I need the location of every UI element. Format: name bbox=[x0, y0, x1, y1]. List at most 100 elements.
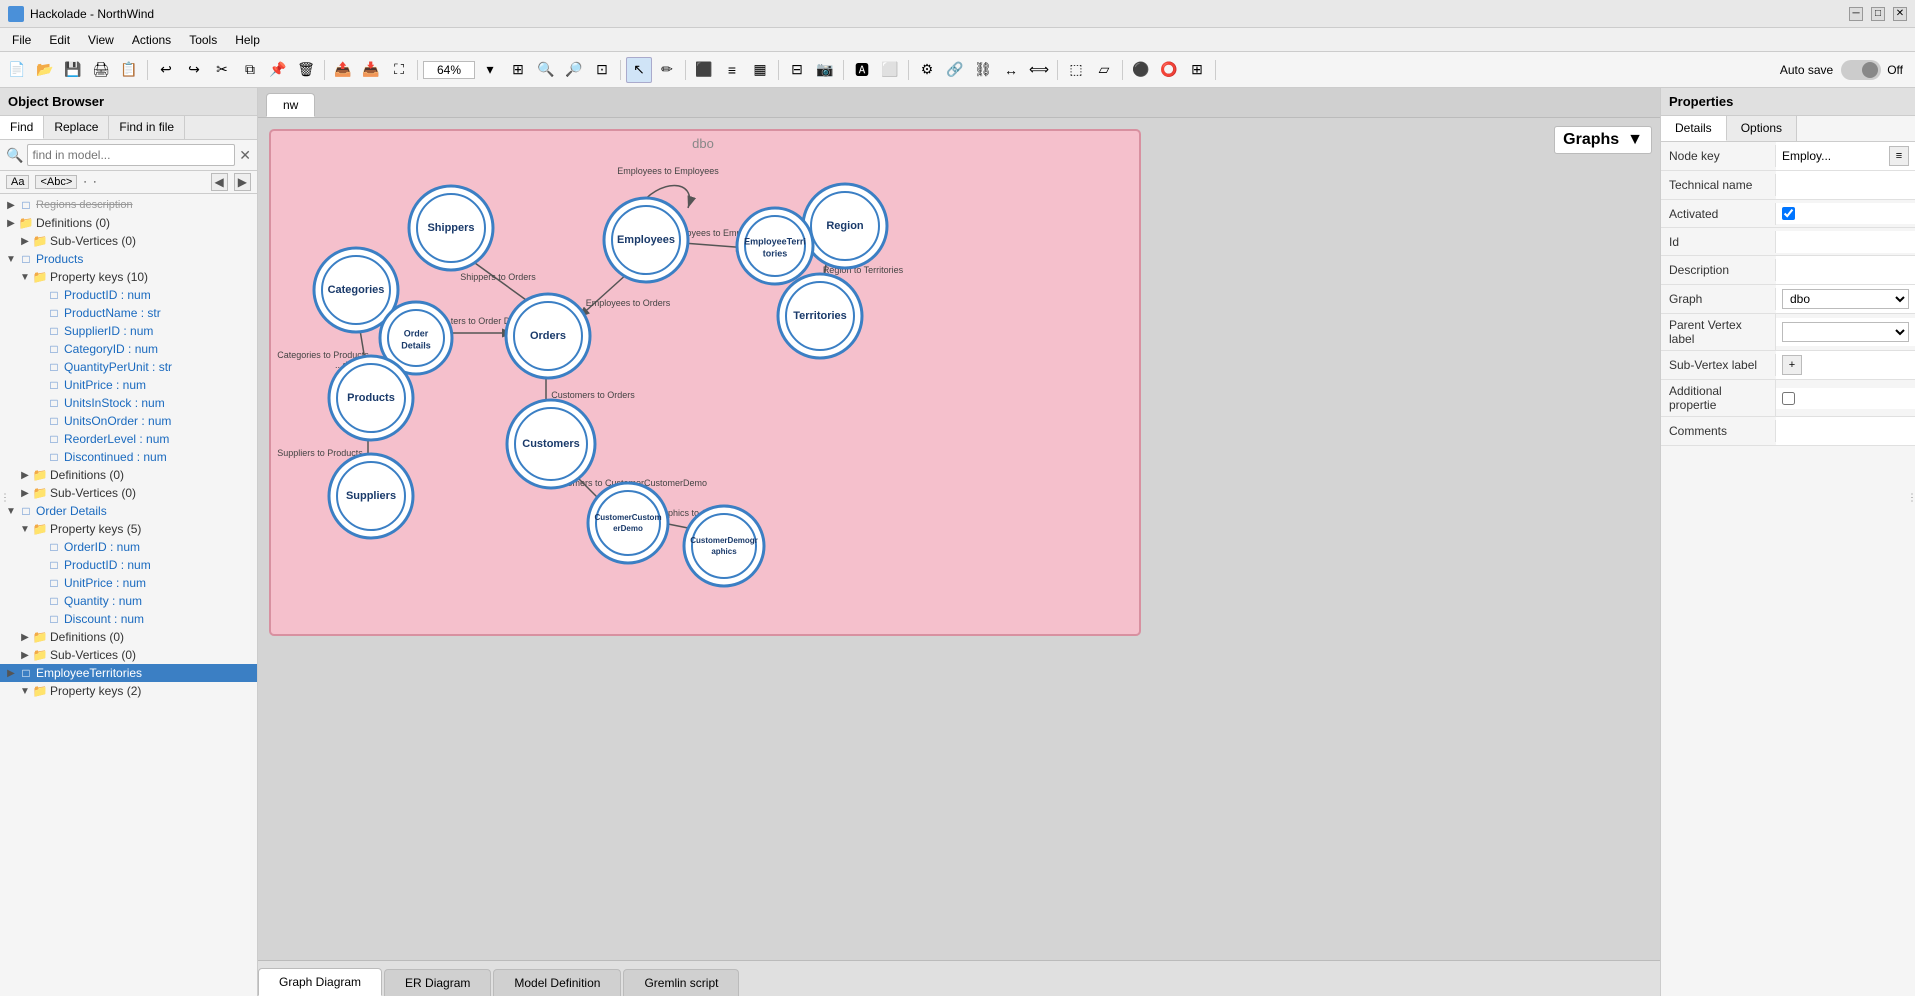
redo-button[interactable]: ↪ bbox=[181, 57, 207, 83]
tab-er-diagram[interactable]: ER Diagram bbox=[384, 969, 491, 996]
search-type-option[interactable]: <Abc> bbox=[35, 175, 77, 189]
exp-sv-od[interactable]: ▶ bbox=[18, 650, 32, 661]
delete-button[interactable]: 🗑 bbox=[293, 57, 319, 83]
tab-model-definition[interactable]: Model Definition bbox=[493, 969, 621, 996]
grid-btn[interactable]: ⊞ bbox=[1184, 57, 1210, 83]
tab-graph-diagram[interactable]: Graph Diagram bbox=[258, 968, 382, 996]
exp-orderdetails[interactable]: ▼ bbox=[4, 506, 18, 517]
close-button[interactable]: ✕ bbox=[1893, 7, 1907, 21]
graph-diagram[interactable]: dbo Employees to Employees Shippers to O… bbox=[268, 128, 1640, 920]
next-result-button[interactable]: ▶ bbox=[234, 173, 251, 191]
tree-row-categoryid[interactable]: □ CategoryID : num bbox=[0, 340, 257, 358]
tree-item-sv-od[interactable]: ▶ 📁 Sub-Vertices (0) bbox=[0, 646, 257, 664]
tree-row-reorderlevel[interactable]: □ ReorderLevel : num bbox=[0, 430, 257, 448]
tree-item-def-products[interactable]: ▶ 📁 Definitions (0) bbox=[0, 466, 257, 484]
expander-regions[interactable]: ▶ bbox=[4, 200, 18, 211]
tab-gremlin-script[interactable]: Gremlin script bbox=[623, 969, 739, 996]
subvertex-add-button[interactable]: + bbox=[1782, 355, 1802, 375]
menu-edit[interactable]: Edit bbox=[41, 31, 78, 49]
graph-dropdown[interactable]: dbo bbox=[1782, 289, 1909, 309]
chain-btn[interactable]: ↔ bbox=[998, 57, 1024, 83]
tree-item-subvertices1[interactable]: ▶ 📁 Sub-Vertices (0) bbox=[0, 232, 257, 250]
window-btn[interactable]: ⬚ bbox=[1063, 57, 1089, 83]
pen-tool[interactable]: ✏ bbox=[654, 57, 680, 83]
tree-row-orderid[interactable]: □ OrderID : num bbox=[0, 538, 257, 556]
tree-row-quantity[interactable]: □ Quantity : num bbox=[0, 592, 257, 610]
tree-item-pk-et[interactable]: ▼ 📁 Property keys (2) bbox=[0, 682, 257, 700]
right-panel-resize-handle[interactable]: ⋮ bbox=[0, 493, 6, 504]
chain2-btn[interactable]: ⟺ bbox=[1026, 57, 1052, 83]
node-ccd[interactable] bbox=[588, 483, 668, 563]
format-btn[interactable]: 🅰 bbox=[849, 57, 875, 83]
exp-def-od[interactable]: ▶ bbox=[18, 632, 32, 643]
exp-pk-et[interactable]: ▼ bbox=[18, 686, 32, 697]
exp-pk-od[interactable]: ▼ bbox=[18, 524, 32, 535]
search-clear-button[interactable]: ✕ bbox=[239, 147, 251, 164]
tree-row-unitsinstock[interactable]: □ UnitsInStock : num bbox=[0, 394, 257, 412]
tree-row-productid[interactable]: □ ProductID : num bbox=[0, 286, 257, 304]
activated-checkbox[interactable] bbox=[1782, 207, 1795, 220]
canvas-area[interactable]: Graphs ▼ dbo Employ bbox=[258, 118, 1660, 960]
save-button[interactable]: 💾 bbox=[60, 57, 86, 83]
tree-item-orderdetails[interactable]: ▼ □ Order Details bbox=[0, 502, 257, 520]
menu-tools[interactable]: Tools bbox=[181, 31, 225, 49]
editor-tab-nw[interactable]: nw bbox=[266, 93, 315, 117]
description-input[interactable] bbox=[1782, 263, 1915, 277]
search-input[interactable] bbox=[27, 144, 235, 166]
zoom-dropdown-button[interactable]: ▾ bbox=[477, 57, 503, 83]
additional-checkbox[interactable] bbox=[1782, 392, 1795, 405]
expander-def1[interactable]: ▶ bbox=[4, 218, 18, 229]
id-input[interactable] bbox=[1782, 235, 1915, 249]
tree-item-pk-od[interactable]: ▼ 📁 Property keys (5) bbox=[0, 520, 257, 538]
export-button[interactable]: 📤 bbox=[330, 57, 356, 83]
menu-file[interactable]: File bbox=[4, 31, 39, 49]
replace-tab[interactable]: Replace bbox=[44, 116, 109, 139]
tree-item-employeeterritories[interactable]: ▶ □ EmployeeTerritories bbox=[0, 664, 257, 682]
new-button[interactable]: 📄 bbox=[4, 57, 30, 83]
zoom-display[interactable]: 64% bbox=[423, 61, 475, 79]
align-center[interactable]: ≡ bbox=[719, 57, 745, 83]
find-tab[interactable]: Find bbox=[0, 116, 44, 139]
import-button[interactable]: 📥 bbox=[358, 57, 384, 83]
autosave-toggle[interactable] bbox=[1841, 60, 1881, 80]
zoom-in-button[interactable]: 🔍 bbox=[533, 57, 559, 83]
menu-view[interactable]: View bbox=[80, 31, 122, 49]
tree-row-unitsonorder[interactable]: □ UnitsOnOrder : num bbox=[0, 412, 257, 430]
align-left[interactable]: ⬛ bbox=[691, 57, 717, 83]
tree-item-definitions1[interactable]: ▶ 📁 Definitions (0) bbox=[0, 214, 257, 232]
props-tab-options[interactable]: Options bbox=[1727, 116, 1797, 141]
menu-actions[interactable]: Actions bbox=[124, 31, 179, 49]
parentvertex-dropdown[interactable] bbox=[1782, 322, 1909, 342]
comments-input[interactable] bbox=[1782, 424, 1915, 438]
fullscreen-button[interactable]: ⛶ bbox=[386, 57, 412, 83]
tree-row-supplierid[interactable]: □ SupplierID : num bbox=[0, 322, 257, 340]
graphs-dropdown[interactable]: Graphs ▼ bbox=[1554, 126, 1652, 154]
exp-def-products[interactable]: ▶ bbox=[18, 470, 32, 481]
tree-item-sv-products[interactable]: ▶ 📁 Sub-Vertices (0) bbox=[0, 484, 257, 502]
exp-et[interactable]: ▶ bbox=[4, 668, 18, 679]
maximize-button[interactable]: □ bbox=[1871, 7, 1885, 21]
print-button[interactable]: 🖨 bbox=[88, 57, 114, 83]
find-in-file-tab[interactable]: Find in file bbox=[109, 116, 185, 139]
techname-input[interactable] bbox=[1782, 178, 1915, 192]
layout-btn[interactable]: ⊟ bbox=[784, 57, 810, 83]
unlink-btn[interactable]: ⛓ bbox=[970, 57, 996, 83]
exp-sv-products[interactable]: ▶ bbox=[18, 488, 32, 499]
open-button[interactable]: 📂 bbox=[32, 57, 58, 83]
format2-btn[interactable]: ⬜ bbox=[877, 57, 903, 83]
tree-row-discontinued[interactable]: □ Discontinued : num bbox=[0, 448, 257, 466]
save-as-button[interactable]: 📋 bbox=[116, 57, 142, 83]
tree-row-productid2[interactable]: □ ProductID : num bbox=[0, 556, 257, 574]
expander-sv1[interactable]: ▶ bbox=[18, 236, 32, 247]
node-cd[interactable] bbox=[684, 506, 764, 586]
tree-item-products[interactable]: ▼ □ Products bbox=[0, 250, 257, 268]
panel-btn[interactable]: ▱ bbox=[1091, 57, 1117, 83]
undo-button[interactable]: ↩ bbox=[153, 57, 179, 83]
tree-row-discount[interactable]: □ Discount : num bbox=[0, 610, 257, 628]
align-right[interactable]: ▦ bbox=[747, 57, 773, 83]
tree-row-unitprice2[interactable]: □ UnitPrice : num bbox=[0, 574, 257, 592]
tree-item-propkeys-products[interactable]: ▼ 📁 Property keys (10) bbox=[0, 268, 257, 286]
expander-pk-products[interactable]: ▼ bbox=[18, 272, 32, 283]
copy-button[interactable]: ⧉ bbox=[237, 57, 263, 83]
menu-help[interactable]: Help bbox=[227, 31, 268, 49]
